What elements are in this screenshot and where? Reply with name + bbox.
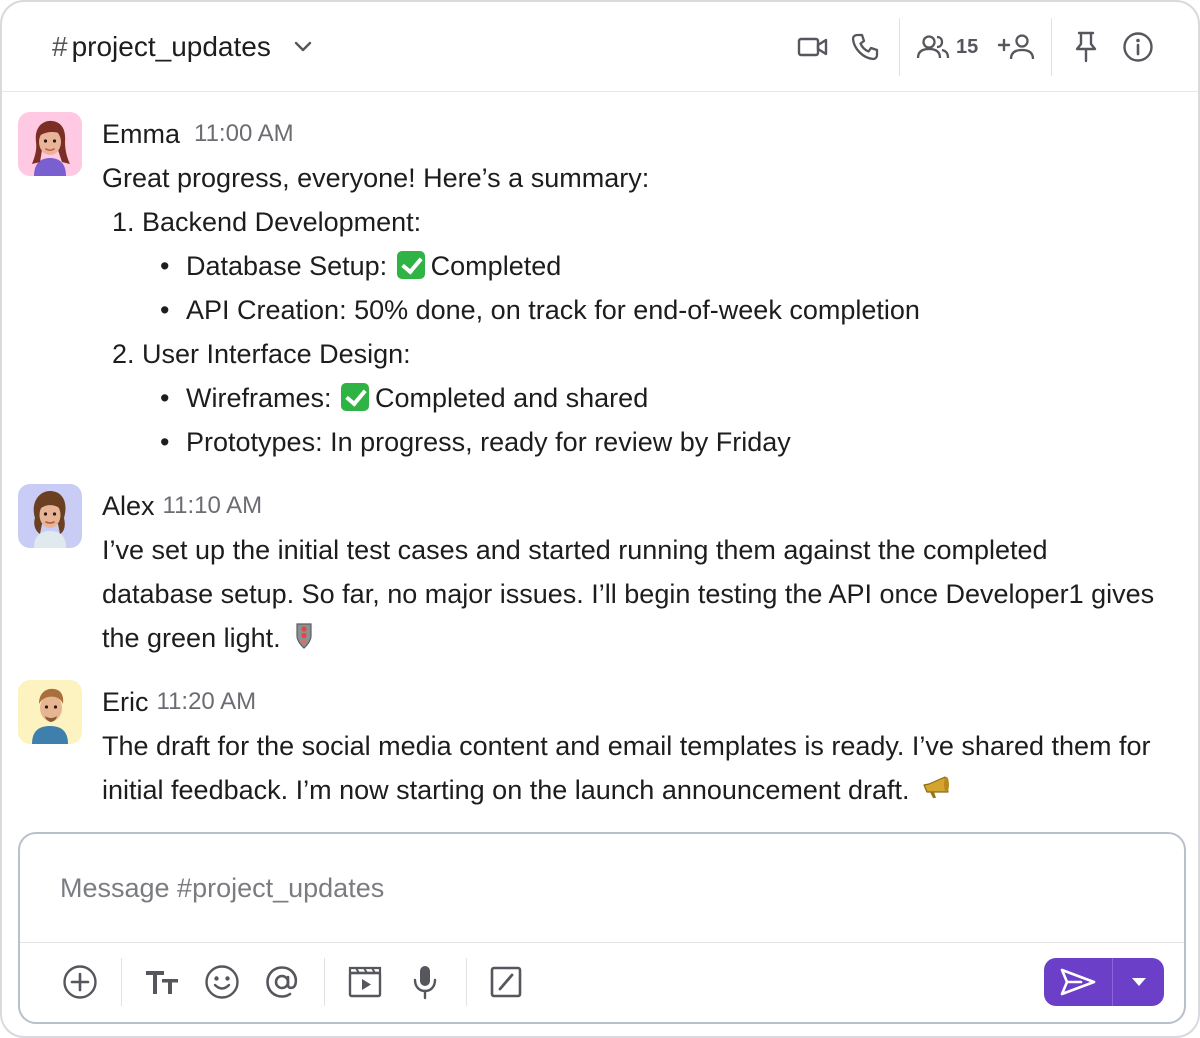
info-icon[interactable] bbox=[1120, 26, 1156, 68]
chat-window: # project_updates 15 Emma 11:00 AM Great… bbox=[0, 0, 1200, 1038]
list-item-label: Database Setup: bbox=[186, 251, 388, 281]
list-item: 2. User Interface Design: bbox=[112, 339, 411, 369]
message-text: initial feedback. I’m now starting on th… bbox=[102, 775, 910, 805]
send-icon bbox=[1059, 967, 1097, 997]
channel-header: # project_updates 15 bbox=[2, 2, 1198, 92]
phone-icon[interactable] bbox=[848, 26, 882, 68]
pin-icon[interactable] bbox=[1070, 26, 1102, 68]
bullet: • bbox=[160, 383, 170, 413]
header-divider bbox=[899, 18, 900, 76]
toolbar-divider bbox=[121, 958, 122, 1006]
mention-icon[interactable] bbox=[262, 962, 302, 1002]
members-button[interactable]: 15 bbox=[916, 26, 988, 68]
list-item-status: Completed bbox=[430, 251, 562, 281]
video-icon[interactable] bbox=[796, 26, 830, 68]
timestamp: 11:10 AM bbox=[162, 492, 263, 519]
message-text: The draft for the social media content a… bbox=[102, 731, 1151, 761]
author-name[interactable]: Eric bbox=[102, 687, 149, 718]
add-member-icon[interactable] bbox=[996, 26, 1036, 68]
bullet: • bbox=[160, 251, 170, 281]
message-header: Alex 11:10 AM bbox=[102, 484, 1180, 528]
check-mark-icon bbox=[396, 251, 425, 279]
timestamp: 11:20 AM bbox=[156, 688, 257, 715]
channel-selector[interactable]: # project_updates bbox=[52, 24, 313, 70]
slash-command-icon[interactable] bbox=[486, 962, 526, 1002]
members-icon bbox=[916, 34, 950, 60]
message-header: Eric 11:20 AM bbox=[102, 680, 1180, 724]
bullet: • bbox=[160, 427, 170, 457]
toolbar-divider bbox=[324, 958, 325, 1006]
channel-name: project_updates bbox=[71, 31, 271, 62]
emoji-icon[interactable] bbox=[202, 962, 242, 1002]
send-button-group bbox=[1044, 958, 1164, 1006]
author-name[interactable]: Alex bbox=[102, 491, 155, 522]
traffic-light-icon bbox=[294, 619, 314, 663]
message-input[interactable] bbox=[20, 834, 1184, 942]
list-item: • Database Setup: Completed bbox=[102, 244, 1180, 288]
bullet: • bbox=[160, 295, 170, 325]
microphone-icon[interactable] bbox=[405, 962, 445, 1002]
author-name[interactable]: Emma bbox=[102, 119, 180, 150]
list-item-text: API Creation: 50% done, on track for end… bbox=[186, 295, 920, 325]
caret-down-icon bbox=[1131, 977, 1147, 987]
send-options-button[interactable] bbox=[1113, 958, 1164, 1006]
timestamp: 11:00 AM bbox=[194, 120, 294, 147]
list-item-text: Prototypes: In progress, ready for revie… bbox=[186, 427, 791, 457]
video-clip-icon[interactable] bbox=[345, 962, 385, 1002]
send-button[interactable] bbox=[1044, 958, 1112, 1006]
message-text: database setup. So far, no major issues.… bbox=[102, 579, 1155, 609]
message-text-last: initial feedback. I’m now starting on th… bbox=[102, 768, 1180, 814]
message-header: Emma 11:00 AM bbox=[102, 112, 1180, 156]
add-icon[interactable] bbox=[60, 962, 100, 1002]
composer-divider bbox=[20, 942, 1184, 943]
avatar[interactable] bbox=[18, 484, 82, 548]
list-item-status: Completed and shared bbox=[375, 383, 649, 413]
avatar[interactable] bbox=[18, 112, 82, 176]
list-item: 1. Backend Development: bbox=[112, 207, 422, 237]
header-divider bbox=[1051, 18, 1052, 76]
message-text: I’ve set up the initial test cases and s… bbox=[102, 535, 1048, 565]
list-item: • Wireframes: Completed and shared bbox=[102, 376, 1180, 420]
channel-hash: # bbox=[52, 31, 68, 62]
check-mark-icon bbox=[341, 383, 370, 411]
text-format-icon[interactable] bbox=[142, 962, 182, 1002]
message-text: Great progress, everyone! Here’s a summa… bbox=[102, 163, 650, 193]
message-composer bbox=[18, 832, 1186, 1024]
member-count: 15 bbox=[956, 35, 979, 58]
avatar[interactable] bbox=[18, 680, 82, 744]
list-item-label: Wireframes: bbox=[186, 383, 332, 413]
message-text: the green light. bbox=[102, 623, 281, 653]
megaphone-icon bbox=[921, 770, 953, 814]
chevron-down-icon bbox=[293, 40, 313, 54]
toolbar-divider bbox=[466, 958, 467, 1006]
list-item: • Prototypes: In progress, ready for rev… bbox=[102, 420, 1180, 464]
list-item: • API Creation: 50% done, on track for e… bbox=[102, 288, 1180, 332]
message-text-last: the green light. bbox=[102, 616, 1180, 663]
